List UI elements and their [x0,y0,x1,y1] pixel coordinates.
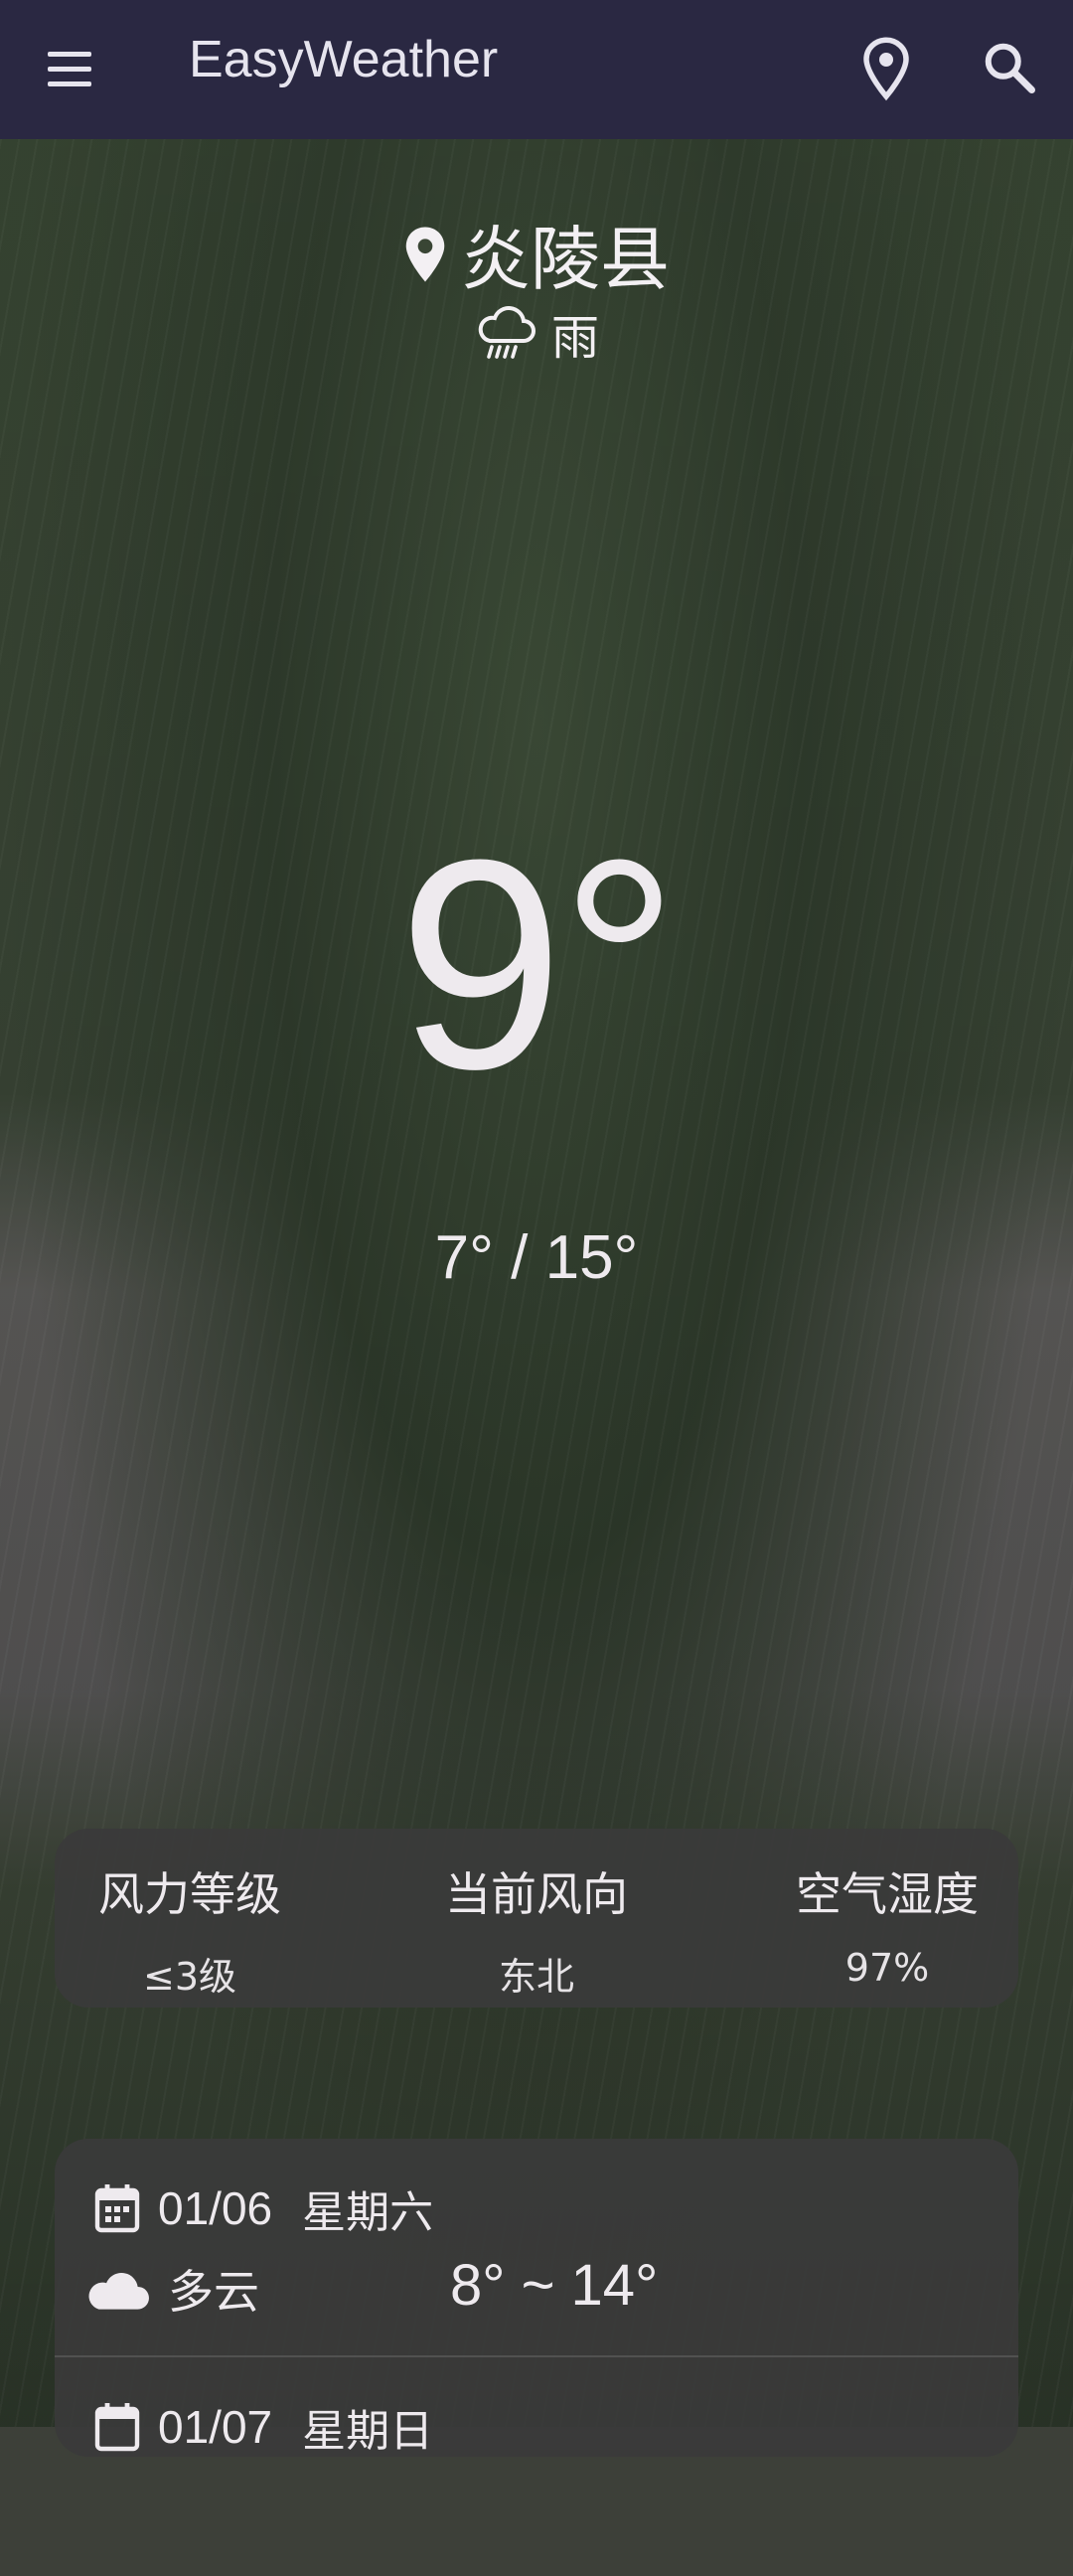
humidity-label: 空气湿度 [796,1867,979,1921]
cloud-icon [88,2273,149,2310]
location-marker-icon [405,227,445,281]
forecast-weekday: 星期日 [302,2406,434,2457]
location-button[interactable] [856,36,916,101]
forecast-date-value: 01/07 [158,2401,273,2453]
wind-direction-label: 当前风向 [445,1867,628,1921]
forecast-date: 01/07 星期日 [92,2395,433,2459]
humidity-stat: 空气湿度 97% [788,1858,987,1990]
forecast-condition: 多云 [84,2256,259,2322]
city-name: 炎陵县 [461,219,670,300]
wind-level-value: ≤3级 [142,1955,237,1999]
menu-icon-bar [48,81,91,86]
forecast-card: 01/06 星期六 多云 8° ~ 14° 01/07 星期日 [55,2139,1018,2457]
forecast-condition-text: 多云 [168,2265,259,2319]
app-title: EasyWeather [189,31,499,88]
menu-button[interactable] [40,40,99,99]
calendar-icon [94,2184,140,2233]
location-pin-icon [863,37,909,101]
condition-header: 雨 [0,298,1073,369]
humidity-value: 97% [844,1946,930,1990]
current-temperature: 9° [397,797,680,1131]
search-icon [985,43,1035,93]
wind-direction-value: 东北 [498,1955,574,1999]
current-condition: 雨 [550,310,599,366]
forecast-date: 01/06 星期六 [92,2176,433,2240]
calendar-icon [94,2403,140,2452]
forecast-row[interactable]: 01/07 星期日 [55,2357,1018,2576]
rain-cloud-icon [478,306,536,359]
forecast-row[interactable]: 01/06 星期六 多云 8° ~ 14° [55,2139,1018,2357]
forecast-weekday: 星期六 [302,2187,434,2238]
menu-icon [48,52,91,57]
top-app-bar: EasyWeather [0,0,1073,139]
forecast-date-value: 01/06 [158,2182,273,2234]
wind-level-label: 风力等级 [98,1867,281,1921]
forecast-temp-range: 8° ~ 14° [450,2253,659,2318]
details-card: 风力等级 ≤3级 当前风向 东北 空气湿度 97% [55,1829,1018,2008]
search-button[interactable] [980,38,1039,97]
wind-direction-stat: 当前风向 东北 [437,1858,636,2001]
menu-icon-bar [48,67,91,72]
temperature-range: 7° / 15° [434,1223,639,1292]
city-header: 炎陵县 [0,204,1073,304]
wind-level-stat: 风力等级 ≤3级 [90,1858,289,2001]
